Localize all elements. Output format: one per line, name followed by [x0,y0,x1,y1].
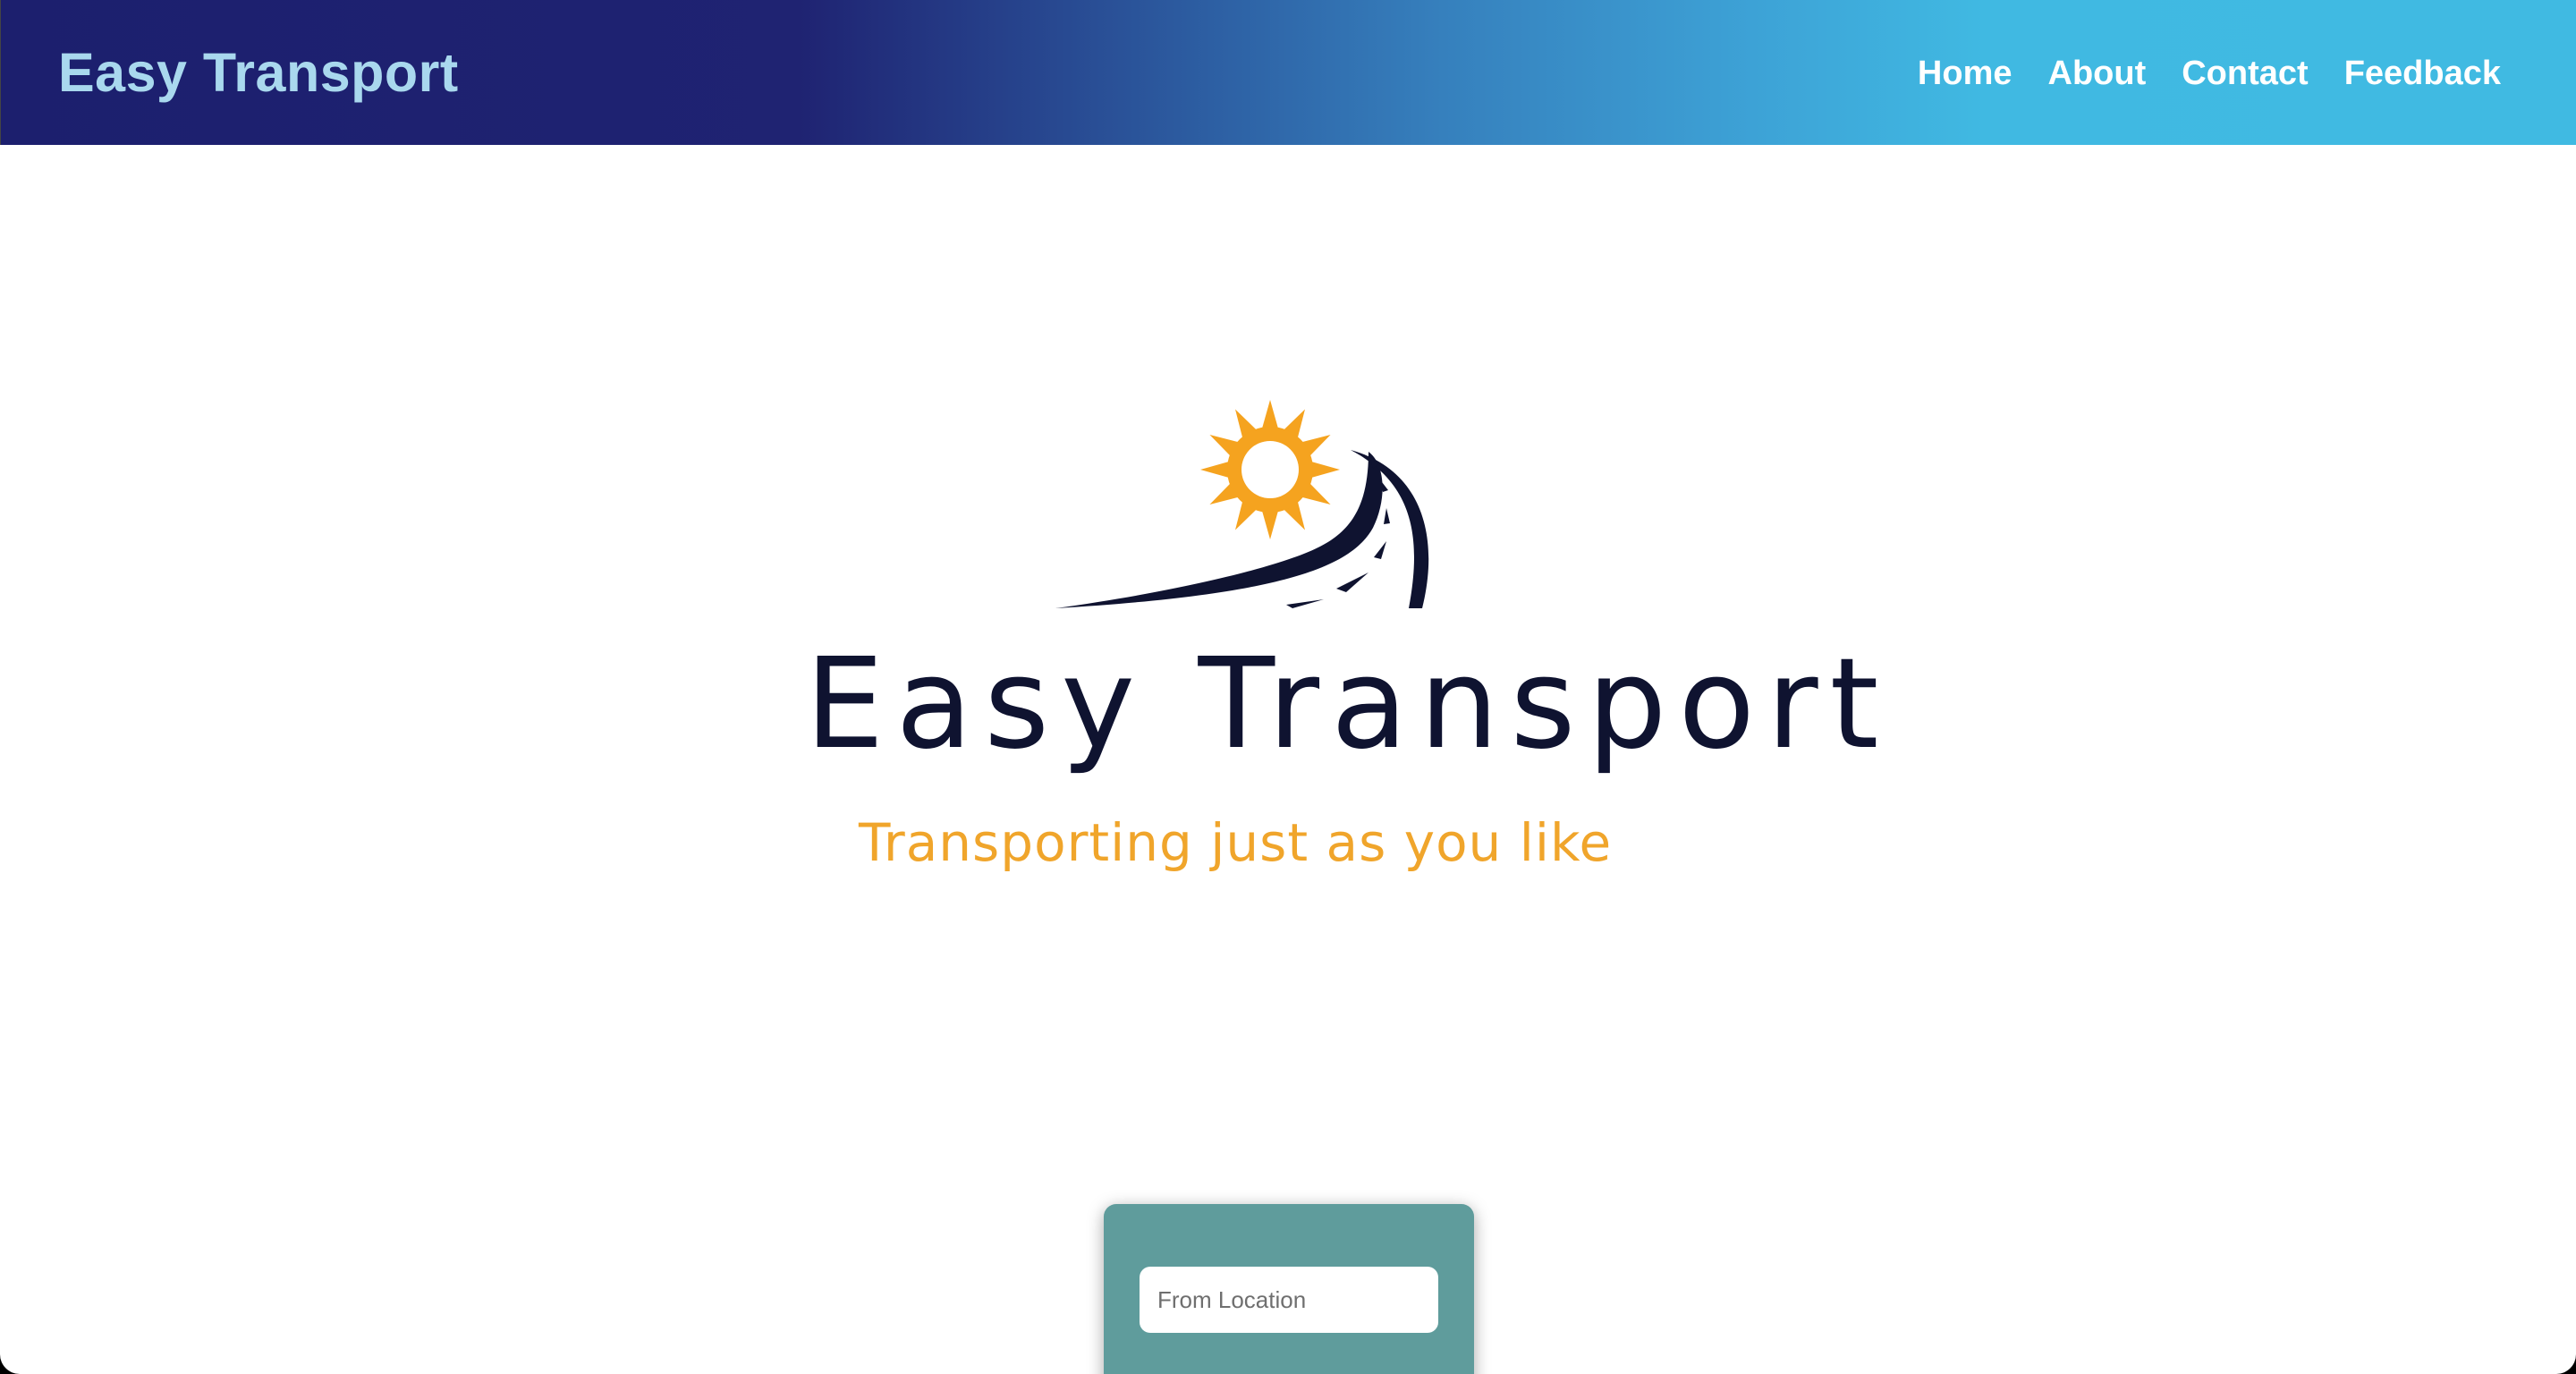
nav-link-about[interactable]: About [2048,52,2147,95]
logo-title: Easy Transport [805,632,1891,777]
nav-link-home[interactable]: Home [1918,52,2012,95]
logo-tagline: Transporting just as you like [859,812,1613,873]
sun-icon [1200,400,1340,539]
logo-graphic [1055,400,1429,608]
nav-links: Home About Contact Feedback [1918,52,2501,95]
nav-link-feedback[interactable]: Feedback [2344,52,2501,95]
nav-link-contact[interactable]: Contact [2182,52,2308,95]
search-card [1104,1204,1474,1374]
page: Easy Transport Home About Contact Feedba… [0,0,2576,1374]
hero-logo: Easy Transport Transporting just as you … [796,394,1878,895]
navbar: Easy Transport Home About Contact Feedba… [0,0,2576,145]
brand-title[interactable]: Easy Transport [58,39,459,106]
from-location-input[interactable] [1140,1267,1438,1333]
